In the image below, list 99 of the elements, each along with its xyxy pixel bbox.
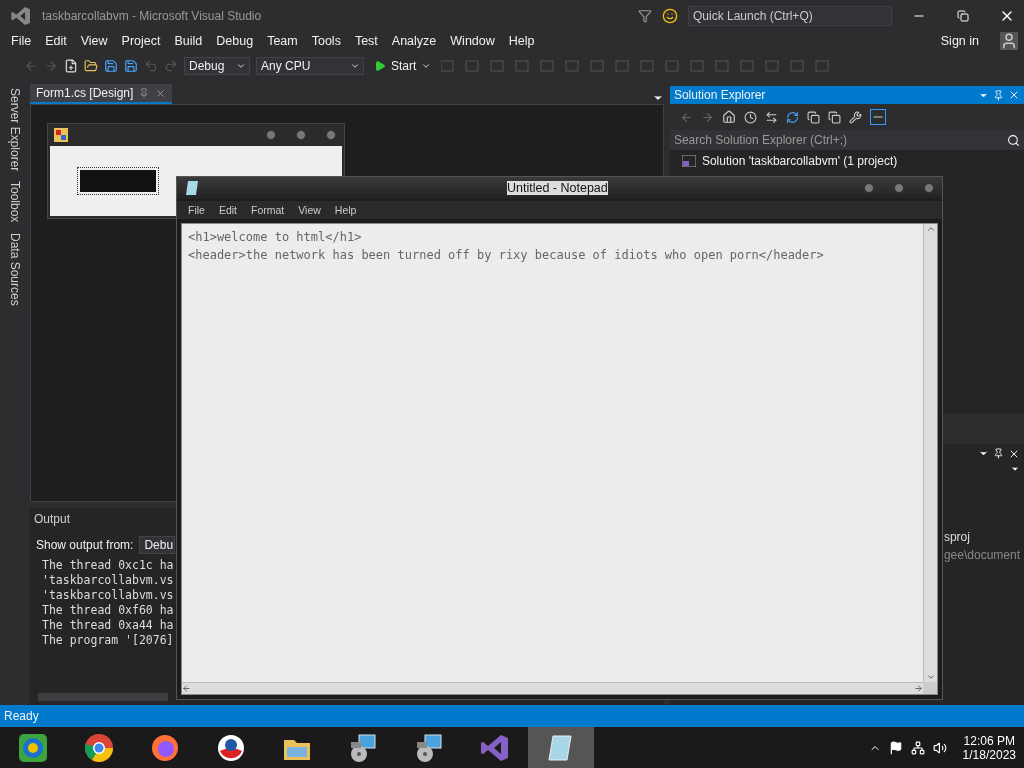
collapse-all-icon[interactable] xyxy=(806,110,820,124)
save-icon[interactable] xyxy=(104,59,118,73)
pending-changes-icon[interactable] xyxy=(743,110,757,124)
quick-launch-field[interactable]: Quick Launch (Ctrl+Q) xyxy=(688,6,892,26)
new-project-icon[interactable] xyxy=(64,59,78,73)
back-icon xyxy=(24,59,38,73)
forward-icon xyxy=(44,59,58,73)
object-dropdown-icon[interactable] xyxy=(1010,464,1020,474)
save-all-icon[interactable] xyxy=(124,59,138,73)
document-tab[interactable]: Form1.cs [Design] xyxy=(30,84,173,104)
notification-filter-icon xyxy=(638,9,652,23)
caret-icon xyxy=(421,61,432,71)
back-icon xyxy=(679,110,693,124)
output-title: Output xyxy=(34,512,72,526)
open-folder-icon[interactable] xyxy=(84,59,98,73)
start-button[interactable]: Start xyxy=(370,59,436,73)
pin-icon[interactable] xyxy=(993,448,1004,459)
show-output-label: Show output from: xyxy=(36,538,134,552)
menu-item[interactable]: File xyxy=(4,34,39,48)
sync-icon[interactable] xyxy=(764,110,778,124)
search-icon xyxy=(1007,133,1020,147)
property-text: sproj xyxy=(942,530,970,544)
show-all-files-icon[interactable] xyxy=(827,110,841,124)
notepad-menu-item[interactable]: View xyxy=(291,204,328,216)
scroll-up-icon xyxy=(925,224,936,234)
output-line: 'taskbarcollabvm.vs xyxy=(41,588,175,603)
vertical-scrollbar[interactable] xyxy=(923,224,937,682)
chrome-icon[interactable] xyxy=(83,731,115,764)
output-line: The thread 0xa44 ha xyxy=(41,618,175,633)
orb-icon[interactable] xyxy=(17,731,49,764)
output-line: 'taskbarcollabvm.vs xyxy=(41,573,175,588)
output-line: The thread 0xc1c ha xyxy=(41,558,175,573)
forward-icon xyxy=(700,110,714,124)
menu-item[interactable]: Tools xyxy=(304,34,348,48)
menu-item[interactable]: Debug xyxy=(209,34,261,48)
panel-title: Solution Explorer xyxy=(673,88,766,102)
output-line: The program '[2076] xyxy=(41,633,175,648)
vs-logo-icon xyxy=(10,5,32,27)
notepad-menu-item[interactable]: Format xyxy=(244,204,292,216)
refresh-icon[interactable] xyxy=(785,110,799,124)
menu-item[interactable]: Build xyxy=(167,34,210,48)
side-tab[interactable]: Data Sources xyxy=(8,232,22,306)
scroll-down-icon xyxy=(925,672,936,682)
feedback-smiley-icon xyxy=(662,8,678,24)
status-text: Ready xyxy=(4,709,39,723)
notepad-menu-item[interactable]: Help xyxy=(327,204,364,216)
undo-icon xyxy=(144,59,158,73)
side-tab[interactable]: Server Explorer xyxy=(8,88,22,172)
properties-icon[interactable] xyxy=(848,110,862,124)
caret-icon xyxy=(236,61,246,71)
notepad-menu-item[interactable]: File xyxy=(181,204,212,216)
notepad-text-line: <header>the network has been turned off by rixy because of idiots who open porn</header> xyxy=(188,247,825,264)
menu-item[interactable]: Window xyxy=(443,34,502,48)
sign-in-link[interactable]: Sign in xyxy=(933,34,986,48)
notepad-menu-item[interactable]: Edit xyxy=(211,204,244,216)
menu-item[interactable]: Help xyxy=(501,34,542,48)
taskbar-clock[interactable]: 12:06 PM 1/18/2023 xyxy=(962,733,1016,762)
side-tab[interactable]: Toolbox xyxy=(8,181,22,223)
close-icon xyxy=(155,87,167,99)
notepad-text-line: <h1>welcome to html</h1> xyxy=(188,229,363,246)
notepad-title: Untitled - Notepad xyxy=(507,181,608,195)
property-text: gee\document xyxy=(942,548,1020,562)
restore-icon xyxy=(957,10,969,22)
account-avatar-icon[interactable] xyxy=(1000,32,1018,50)
network-icon[interactable] xyxy=(910,740,925,755)
close-panel-icon[interactable] xyxy=(1008,448,1020,460)
horizontal-scrollbar[interactable] xyxy=(182,682,923,694)
menu-item[interactable]: Project xyxy=(114,34,168,48)
scroll-left-icon xyxy=(182,684,191,693)
configuration-dropdown[interactable]: Debug xyxy=(184,57,250,75)
menu-item[interactable]: Analyze xyxy=(384,34,444,48)
home-icon[interactable] xyxy=(721,110,736,124)
pin-icon xyxy=(139,88,150,98)
menu-item[interactable]: Team xyxy=(260,34,305,48)
output-line: The thread 0xf60 ha xyxy=(41,603,175,618)
platform-dropdown[interactable]: Any CPU xyxy=(256,57,364,75)
output-scrollbar[interactable] xyxy=(38,693,168,701)
notepad-app-icon xyxy=(185,180,199,196)
solution-search-field[interactable]: Search Solution Explorer (Ctrl+;) xyxy=(669,130,1024,150)
volume-icon[interactable] xyxy=(932,740,947,755)
play-icon xyxy=(374,60,386,72)
solution-tree-item[interactable]: Solution 'taskbarcollabvm' (1 project) xyxy=(669,150,1024,172)
resize-grip[interactable] xyxy=(923,682,937,694)
form-app-icon xyxy=(54,128,68,142)
menu-item[interactable]: Test xyxy=(347,34,385,48)
menu-item[interactable]: View xyxy=(73,34,115,48)
scroll-right-icon xyxy=(914,684,923,693)
solution-icon xyxy=(681,155,696,167)
action-center-flag-icon[interactable] xyxy=(888,740,903,755)
preview-icon[interactable] xyxy=(869,109,886,125)
notepad-minimize-button[interactable] xyxy=(864,183,874,193)
menu-item[interactable]: Edit xyxy=(38,34,74,48)
redo-icon xyxy=(164,59,178,73)
notepad-close-button[interactable] xyxy=(924,183,934,193)
caret-icon xyxy=(350,61,360,71)
notepad-maximize-button[interactable] xyxy=(894,183,904,193)
window-title: taskbarcollabvm - Microsoft Visual Studio xyxy=(42,9,263,23)
output-source-dropdown[interactable]: Debu xyxy=(139,536,176,554)
notepad-text-area[interactable]: <h1>welcome to html</h1> <header>the network has been turned off by rixy because of idiots who open porn</header> xyxy=(181,223,938,695)
